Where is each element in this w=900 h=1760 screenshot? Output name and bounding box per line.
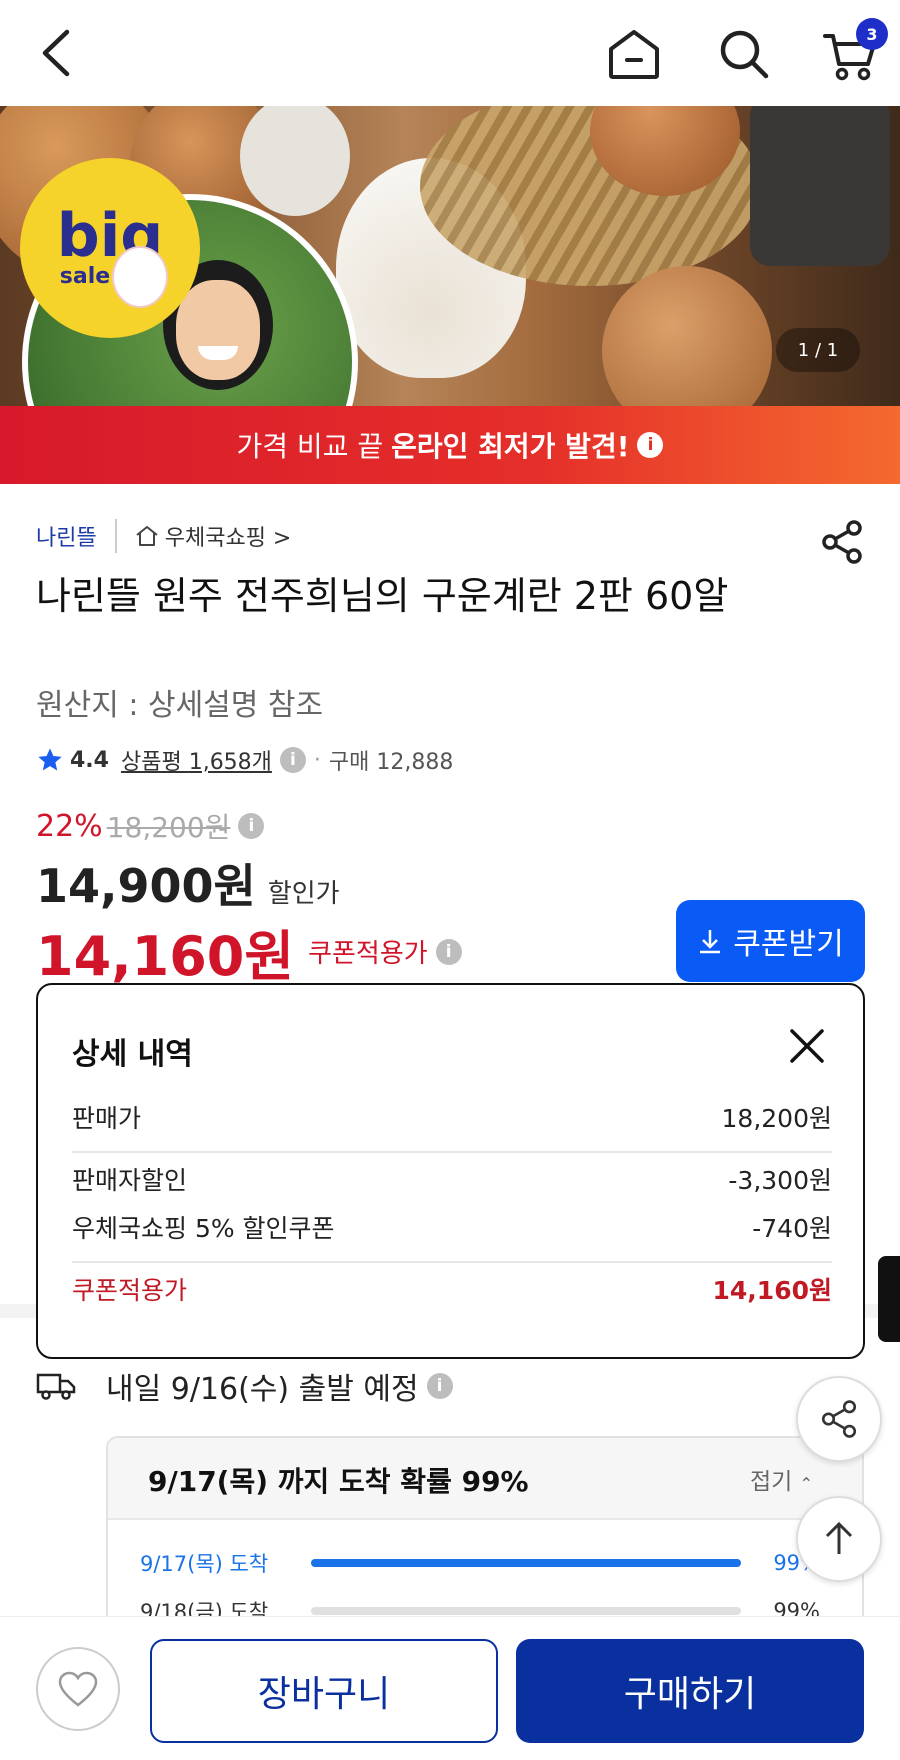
arrival-day-label: 9/17(목) 도착 [140, 1552, 269, 1576]
info-icon[interactable]: i [637, 432, 664, 458]
original-price: 18,200원 [106, 811, 231, 844]
store-name: 우체국쇼핑 > [164, 526, 292, 551]
store-link[interactable]: 우체국쇼핑 > [135, 520, 292, 552]
share-icon[interactable] [818, 518, 870, 570]
row-amount: 18,200원 [721, 1104, 832, 1133]
coupon-price-label: 쿠폰적용가 [308, 939, 428, 969]
row-label: 판매가 [72, 1104, 142, 1133]
store-home-icon [136, 526, 158, 546]
cloth-image [750, 106, 890, 266]
star-icon [38, 748, 62, 771]
product-title: 나린뜰 원주 전주희님의 구운계란 2판 60알 [36, 574, 729, 618]
top-nav-bar: 3 [0, 0, 900, 106]
row-label: 쿠폰적용가 [72, 1276, 188, 1305]
coupon-price: 14,160원 [36, 925, 295, 988]
divider [72, 1261, 832, 1263]
row-amount: 14,160원 [712, 1276, 832, 1305]
sale-price: 14,900원 [36, 859, 256, 913]
review-count-link[interactable]: 상품평 1,658개 [121, 744, 272, 776]
info-icon[interactable]: i [238, 813, 265, 839]
back-arrow-icon[interactable] [28, 24, 84, 82]
rating-score: 4.4 [70, 747, 109, 773]
divider [114, 519, 117, 553]
arrow-up-icon [825, 1521, 853, 1554]
badge-sale-text: sale [59, 263, 111, 289]
price-row-coupon-applied: 쿠폰적용가 14,160원 [72, 1271, 832, 1307]
close-icon[interactable] [786, 1025, 828, 1067]
row-amount: -3,300원 [728, 1166, 832, 1195]
collapse-label: 접기 [750, 1469, 793, 1495]
delivery-row: 내일 9/16(수) 출발 예정 i [36, 1364, 453, 1408]
seller-row: 나린뜰 우체국쇼핑 > [36, 516, 291, 556]
add-to-cart-button[interactable]: 장바구니 [150, 1639, 498, 1743]
probability-bar [311, 1607, 742, 1615]
popup-title: 상세 내역 [72, 1037, 193, 1072]
big-sale-badge: big sale [20, 158, 200, 338]
departure-text: 내일 9/16(수) 출발 예정 [106, 1372, 419, 1407]
search-icon[interactable] [714, 24, 774, 84]
row-label: 판매자할인 [72, 1166, 188, 1195]
arrival-header[interactable]: 9/17(목) 까지 도착 확률 99% 접기 ⌃ [108, 1438, 862, 1520]
get-coupon-button[interactable]: 쿠폰받기 [676, 900, 865, 982]
sale-price-label: 할인가 [267, 879, 340, 909]
product-image-banner[interactable]: big sale [0, 106, 900, 406]
discount-percent: 22% [36, 808, 103, 844]
product-origin: 원산지 : 상세설명 참조 [36, 688, 324, 723]
row-amount: -740원 [752, 1214, 832, 1243]
share-icon [821, 1400, 857, 1438]
image-page-indicator: 1 / 1 [776, 328, 860, 372]
bottom-action-bar: 장바구니 구매하기 [0, 1616, 900, 1760]
probability-bar-fill [311, 1559, 742, 1567]
rating-row: 4.4 상품평 1,658개 i · 구매 12,888 [36, 740, 453, 780]
arrival-title: 9/17(목) 까지 도착 확률 99% [148, 1465, 529, 1498]
discount-row: 22% 18,200원 i [36, 806, 265, 846]
wishlist-button[interactable] [36, 1647, 120, 1731]
buy-now-button[interactable]: 구매하기 [516, 1639, 864, 1743]
separator-dot: · [313, 747, 321, 773]
arrival-row: 9/17(목) 도착 99% [140, 1548, 820, 1578]
side-handle[interactable] [878, 1256, 900, 1342]
info-icon[interactable]: i [435, 938, 462, 965]
row-label: 우체국쇼핑 5% 할인쿠폰 [72, 1214, 335, 1243]
get-coupon-label: 쿠폰받기 [733, 927, 844, 962]
promo-text-bold: 온라인 최저가 발견! [391, 430, 630, 463]
collapse-toggle[interactable]: 접기 ⌃ [750, 1462, 813, 1496]
home-icon[interactable] [604, 24, 664, 84]
price-detail-popup: 상세 내역 판매가 18,200원 판매자할인 -3,300원 우체국쇼핑 5%… [36, 983, 865, 1359]
truck-icon [36, 1373, 76, 1400]
seller-name[interactable]: 나린뜰 [36, 520, 97, 552]
info-icon[interactable]: i [279, 747, 306, 773]
chevron-up-icon: ⌃ [799, 1474, 814, 1493]
probability-bar [311, 1559, 742, 1567]
info-icon[interactable]: i [426, 1373, 453, 1399]
price-row-seller-discount: 판매자할인 -3,300원 [72, 1161, 832, 1197]
promo-text: 가격 비교 끝 [236, 430, 384, 463]
heart-icon [58, 1671, 98, 1707]
sale-price-row: 14,900원 할인가 [36, 850, 340, 916]
bowl-image [240, 106, 350, 216]
cart-count-badge: 3 [856, 18, 888, 50]
price-row-coupon-discount: 우체국쇼핑 5% 할인쿠폰 -740원 [72, 1209, 832, 1245]
floating-share-button[interactable] [796, 1376, 882, 1462]
egg-image [602, 266, 772, 406]
divider [72, 1151, 832, 1153]
scroll-to-top-button[interactable] [796, 1496, 882, 1582]
download-icon [700, 930, 721, 954]
purchase-count: 구매 12,888 [328, 750, 454, 775]
rabbit-icon [112, 246, 168, 308]
price-row-list-price: 판매가 18,200원 [72, 1099, 832, 1135]
lowest-price-promo-bar[interactable]: 가격 비교 끝 온라인 최저가 발견! i [0, 406, 900, 484]
coupon-price-row: 14,160원 쿠폰적용가 i [36, 912, 462, 991]
